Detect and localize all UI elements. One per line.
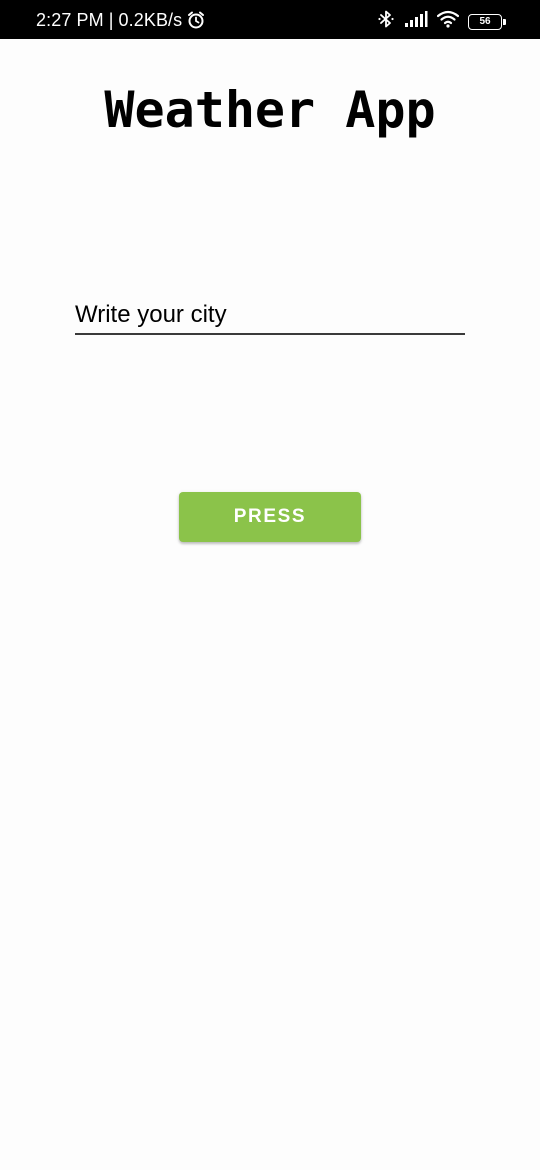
battery-cap	[503, 18, 506, 25]
alarm-icon	[186, 10, 206, 30]
wifi-icon	[436, 10, 460, 33]
status-left: 2:27 PM | 0.2KB/s	[36, 10, 206, 30]
status-time: 2:27 PM	[36, 10, 104, 30]
status-bar: 2:27 PM | 0.2KB/s 56	[0, 0, 540, 39]
status-right: 56	[377, 9, 506, 34]
network-speed: 0.2KB/s	[118, 10, 183, 30]
battery-icon: 56	[468, 13, 506, 30]
status-separator: |	[108, 10, 114, 30]
city-field[interactable]	[75, 298, 465, 335]
press-button[interactable]: PRESS	[179, 492, 361, 542]
app-screen: 2:27 PM | 0.2KB/s 56 Weather App Write y…	[0, 0, 540, 1170]
battery-level: 56	[479, 15, 491, 27]
app-title: Weather App	[104, 81, 436, 139]
signal-icon	[404, 10, 428, 33]
city-input[interactable]	[75, 298, 465, 332]
bluetooth-icon	[377, 9, 395, 34]
